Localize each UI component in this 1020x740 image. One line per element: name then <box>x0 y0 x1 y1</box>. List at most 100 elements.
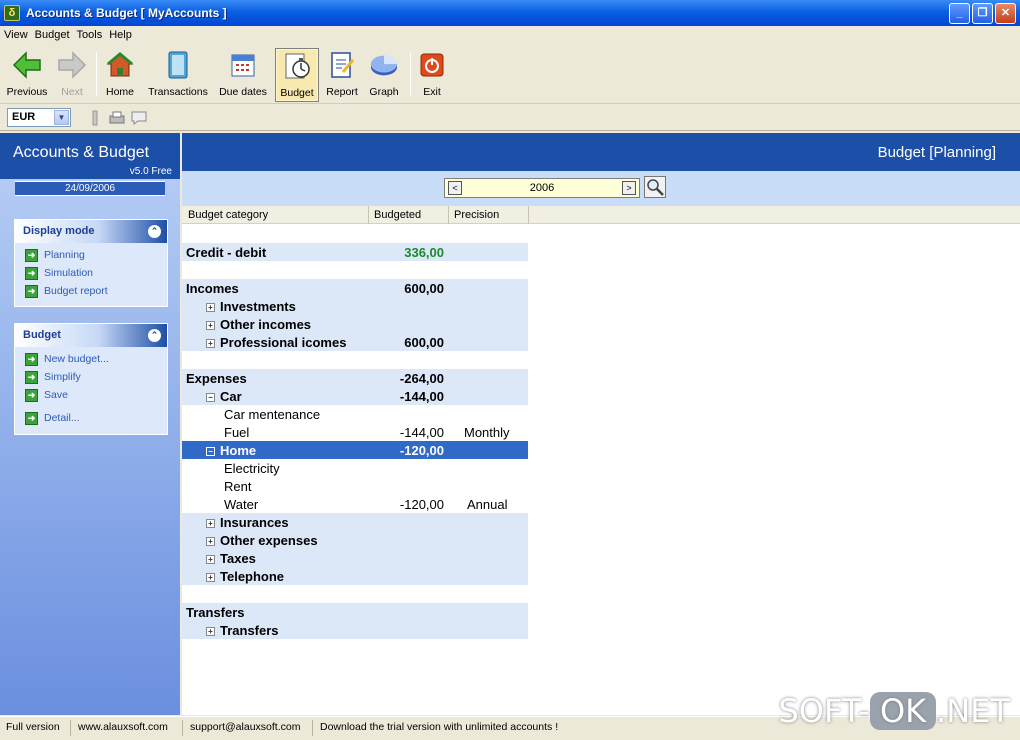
main-header: Budget [Planning] <box>182 133 1020 171</box>
table-row[interactable]: − Car -144,00 <box>182 387 528 405</box>
table-row[interactable]: + Other incomes <box>182 315 528 333</box>
sidebar-item-simplify[interactable]: ➜ Simplify <box>15 368 167 386</box>
column-header-precision[interactable]: Precision <box>454 209 499 221</box>
toolbar-separator <box>96 52 97 96</box>
sidebar-item-simulation[interactable]: ➜ Simulation <box>15 264 167 282</box>
app-version: v5.0 Free <box>129 166 172 177</box>
table-row[interactable]: Rent <box>182 477 528 495</box>
arrow-right-icon: ➜ <box>25 388 38 402</box>
arrow-left-icon <box>12 50 42 80</box>
home-button[interactable]: Home <box>102 48 138 102</box>
chevron-down-icon[interactable]: ▼ <box>54 110 69 125</box>
table-row[interactable]: Fuel -144,00 Monthly <box>182 423 528 441</box>
column-header-category[interactable]: Budget category <box>188 209 268 221</box>
power-icon <box>417 50 447 80</box>
collapse-icon[interactable]: ⌃ <box>148 225 161 238</box>
display-mode-panel: Display mode ⌃ ➜ Planning ➜ Simulation ➜ Bu… <box>14 219 168 307</box>
table-row[interactable]: + Investments <box>182 297 528 315</box>
next-button[interactable]: Next <box>54 48 90 102</box>
menu-budget[interactable]: Budget <box>35 29 75 41</box>
column-header-budgeted[interactable]: Budgeted <box>374 209 421 221</box>
previous-button[interactable]: Previous <box>4 48 50 102</box>
status-message: Download the trial version with unlimite… <box>320 721 559 733</box>
year-value: 2006 <box>529 182 555 194</box>
close-button[interactable]: ✕ <box>995 3 1016 24</box>
expand-icon[interactable]: + <box>206 519 215 528</box>
calendar-icon <box>228 50 258 80</box>
pin-icon[interactable] <box>86 109 104 127</box>
table-row[interactable]: Expenses -264,00 <box>182 369 528 387</box>
table-row[interactable]: Water -120,00 Annual <box>182 495 528 513</box>
table-row[interactable]: + Telephone <box>182 567 528 585</box>
maximize-button[interactable]: ❐ <box>972 3 993 24</box>
table-row[interactable]: + Other expenses <box>182 531 528 549</box>
toolbar-separator <box>410 52 411 96</box>
expand-icon[interactable]: + <box>206 555 215 564</box>
comment-icon[interactable] <box>130 109 148 127</box>
current-date: 24/09/2006 <box>15 181 165 196</box>
sidebar-item-save[interactable]: ➜ Save <box>15 386 167 404</box>
budget-panel: Budget ⌃ ➜ New budget... ➜ Simplify ➜ Save … <box>14 323 168 435</box>
book-icon <box>163 50 193 80</box>
transactions-button[interactable]: Transactions <box>146 48 210 102</box>
watermark: SOFT- OK .NET <box>778 692 1010 730</box>
budget-panel-header[interactable]: Budget ⌃ <box>15 324 167 347</box>
graph-button[interactable]: Graph <box>364 48 404 102</box>
table-row[interactable]: Incomes 600,00 <box>182 279 528 297</box>
sidebar-item-detail[interactable]: ➜ Detail... <box>15 409 167 427</box>
main-panel: Budget [Planning] < 2006 > Budget catego… <box>182 133 1020 715</box>
expand-icon[interactable]: + <box>206 339 215 348</box>
printer-icon[interactable] <box>108 109 126 127</box>
table-row[interactable]: + Insurances <box>182 513 528 531</box>
table-row[interactable]: + Professional icomes 600,00 <box>182 333 528 351</box>
sidebar-item-new-budget[interactable]: ➜ New budget... <box>15 350 167 368</box>
report-button[interactable]: Report <box>324 48 360 102</box>
toolbar: Previous Next Home Transactions Due date… <box>0 44 1020 104</box>
expand-icon[interactable]: + <box>206 537 215 546</box>
app-icon: δ <box>4 5 20 21</box>
collapse-icon[interactable]: − <box>206 393 215 402</box>
status-version: Full version <box>6 721 60 733</box>
search-button[interactable] <box>644 176 666 198</box>
table-row[interactable]: Credit - debit 336,00 <box>182 243 528 261</box>
table-row[interactable]: + Taxes <box>182 549 528 567</box>
table-row[interactable]: Car mentenance <box>182 405 528 423</box>
expand-icon[interactable]: + <box>206 573 215 582</box>
budget-button[interactable]: Budget <box>275 48 319 102</box>
table-row-selected[interactable]: − Home -120,00 <box>182 441 528 459</box>
currency-bar: EUR ▼ <box>0 105 1020 131</box>
status-website-link[interactable]: www.alauxsoft.com <box>78 721 168 733</box>
menu-view[interactable]: View <box>4 29 33 41</box>
collapse-icon[interactable]: − <box>206 447 215 456</box>
table-header: Budget category Budgeted Precision <box>182 206 1020 224</box>
table-row[interactable]: Electricity <box>182 459 528 477</box>
sidebar-item-budget-report[interactable]: ➜ Budget report <box>15 282 167 300</box>
year-selector[interactable]: < 2006 > <box>444 178 640 198</box>
display-mode-header[interactable]: Display mode ⌃ <box>15 220 167 243</box>
table-row[interactable]: + Transfers <box>182 621 528 639</box>
next-year-button[interactable]: > <box>622 181 636 195</box>
house-icon <box>105 50 135 80</box>
expand-icon[interactable]: + <box>206 303 215 312</box>
collapse-icon[interactable]: ⌃ <box>148 329 161 342</box>
app-name: Accounts & Budget <box>13 144 150 161</box>
expand-icon[interactable]: + <box>206 627 215 636</box>
minimize-button[interactable]: _ <box>949 3 970 24</box>
menu-tools[interactable]: Tools <box>77 29 108 41</box>
arrow-right-icon: ➜ <box>25 284 38 298</box>
menu-bar: View Budget Tools Help <box>0 26 1020 44</box>
expand-icon[interactable]: + <box>206 321 215 330</box>
report-icon <box>327 50 357 80</box>
stopwatch-icon <box>282 51 312 81</box>
status-email-link[interactable]: support@alauxsoft.com <box>190 721 300 733</box>
due-dates-button[interactable]: Due dates <box>216 48 270 102</box>
sidebar-header: Accounts & Budget v5.0 Free <box>0 133 180 179</box>
page-title: Budget [Planning] <box>877 144 996 161</box>
exit-button[interactable]: Exit <box>416 48 448 102</box>
year-bar: < 2006 > <box>182 171 1020 206</box>
sidebar-item-planning[interactable]: ➜ Planning <box>15 246 167 264</box>
sidebar: Accounts & Budget v5.0 Free 24/09/2006 D… <box>0 133 180 715</box>
table-row[interactable]: Transfers <box>182 603 528 621</box>
currency-select[interactable]: EUR ▼ <box>7 108 71 127</box>
menu-help[interactable]: Help <box>109 29 137 41</box>
